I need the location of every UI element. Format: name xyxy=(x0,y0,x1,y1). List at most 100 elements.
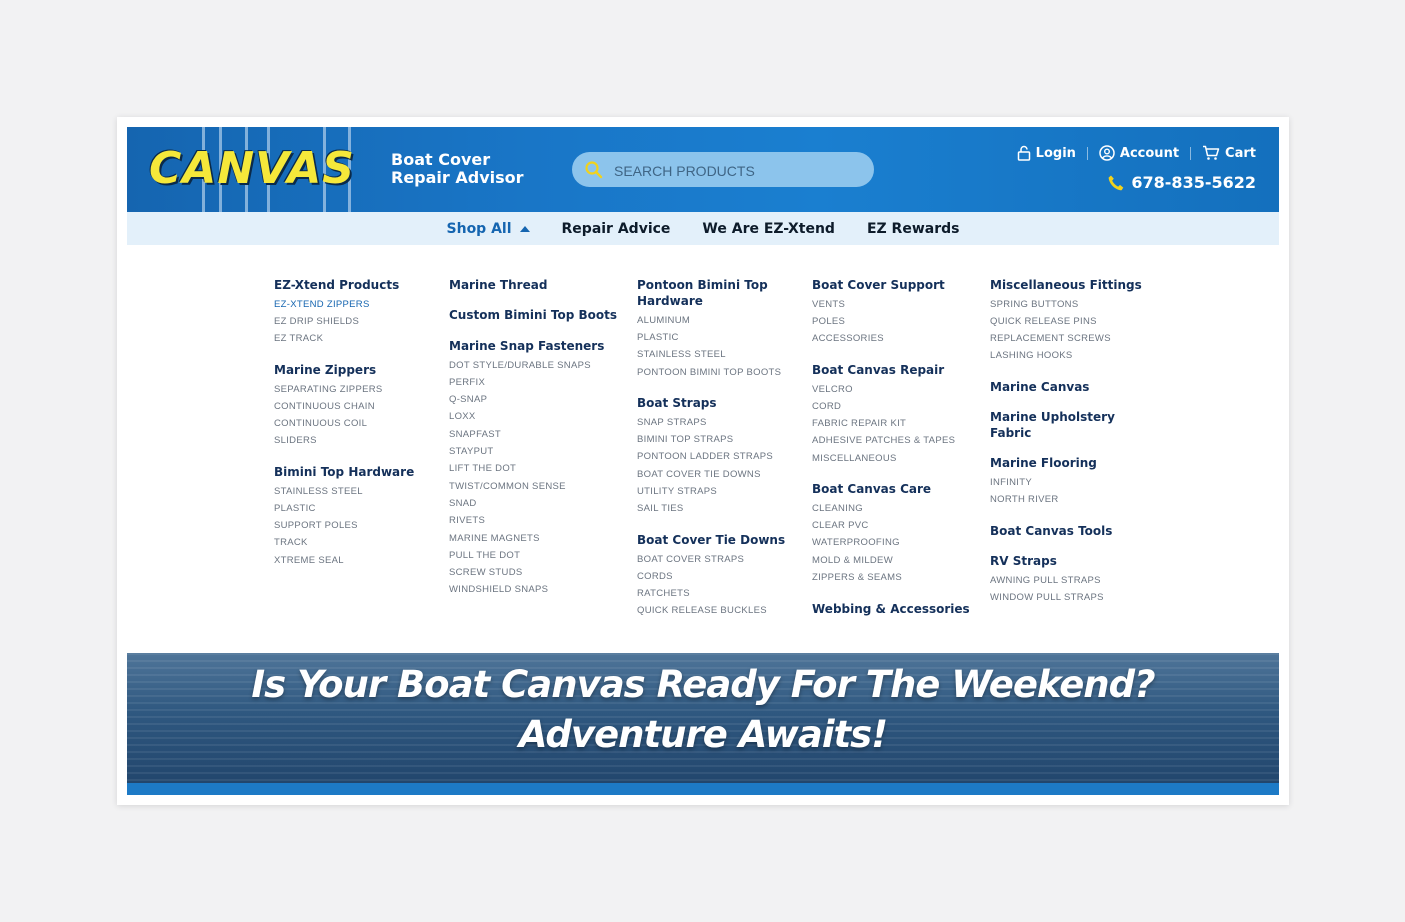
menu-subitem[interactable]: PONTOON LADDER STRAPS xyxy=(637,451,773,463)
menu-subitem[interactable]: QUICK RELEASE BUCKLES xyxy=(637,605,767,617)
menu-subitem[interactable]: RIVETS xyxy=(449,515,485,527)
menu-subitem[interactable]: CLEAR PVC xyxy=(812,520,869,532)
menu-subitem[interactable]: WINDOW PULL STRAPS xyxy=(990,592,1104,604)
menu-subitem[interactable]: CLEANING xyxy=(812,503,863,515)
menu-subitem[interactable]: ALUMINUM xyxy=(637,315,690,327)
menu-subitem[interactable]: POLES xyxy=(812,316,845,328)
menu-subitem[interactable]: AWNING PULL STRAPS xyxy=(990,575,1101,587)
menu-category[interactable]: Boat Cover Tie Downs xyxy=(637,532,785,548)
menu-subitem[interactable]: PONTOON BIMINI TOP BOOTS xyxy=(637,367,781,379)
menu-subitem[interactable]: NORTH RIVER xyxy=(990,494,1059,506)
menu-category[interactable]: Marine Zippers xyxy=(274,362,376,378)
menu-subitem[interactable]: XTREME SEAL xyxy=(274,555,344,567)
menu-subitem[interactable]: BOAT COVER TIE DOWNS xyxy=(637,469,761,481)
nav-shop-all[interactable]: Shop All xyxy=(447,221,530,237)
menu-subitem[interactable]: QUICK RELEASE PINS xyxy=(990,316,1097,328)
menu-subitem[interactable]: ZIPPERS & SEAMS xyxy=(812,572,902,584)
caret-up-icon xyxy=(519,225,530,232)
menu-subitem[interactable]: LASHING HOOKS xyxy=(990,350,1073,362)
menu-subitem[interactable]: VENTS xyxy=(812,299,845,311)
phone-link[interactable]: 678-835-5622 xyxy=(1107,173,1256,192)
logo[interactable]: CANVAS xyxy=(149,145,355,193)
menu-subitem[interactable]: WATERPROOFING xyxy=(812,537,900,549)
menu-subitem[interactable]: INFINITY xyxy=(990,477,1032,489)
menu-subitem[interactable]: STAINLESS STEEL xyxy=(274,486,363,498)
menu-subitem[interactable]: PERFIX xyxy=(449,377,485,389)
nav-repair-advice[interactable]: Repair Advice xyxy=(562,221,671,237)
menu-subitem[interactable]: LOXX xyxy=(449,411,476,423)
menu-category[interactable]: Boat Cover Support xyxy=(812,277,945,293)
menu-subitem[interactable]: Q-SNAP xyxy=(449,394,487,406)
menu-subitem[interactable]: EZ TRACK xyxy=(274,333,323,345)
menu-category[interactable]: Marine Upholstery Fabric xyxy=(990,409,1115,441)
nav-we-are-ez-xtend[interactable]: We Are EZ-Xtend xyxy=(702,221,835,237)
menu-category[interactable]: Marine Canvas xyxy=(990,379,1089,395)
divider xyxy=(1086,146,1088,160)
menu-subitem[interactable]: TRACK xyxy=(274,537,308,549)
menu-subitem[interactable]: SUPPORT POLES xyxy=(274,520,358,532)
menu-subitem[interactable]: CONTINUOUS CHAIN xyxy=(274,401,375,413)
main-nav: Shop All Repair Advice We Are EZ-Xtend E… xyxy=(127,212,1279,245)
menu-category[interactable]: Boat Canvas Care xyxy=(812,481,931,497)
menu-subitem[interactable]: EZ DRIP SHIELDS xyxy=(274,316,359,328)
menu-subitem[interactable]: CORDS xyxy=(637,571,673,583)
menu-category[interactable]: Pontoon Bimini Top Hardware xyxy=(637,277,768,309)
menu-category[interactable]: Marine Snap Fasteners xyxy=(449,338,604,354)
search-input[interactable] xyxy=(612,152,866,189)
menu-subitem[interactable]: SNAP STRAPS xyxy=(637,417,707,429)
menu-subitem[interactable]: MISCELLANEOUS xyxy=(812,453,897,465)
menu-subitem[interactable]: PLASTIC xyxy=(637,332,679,344)
account-link[interactable]: Account xyxy=(1099,145,1179,161)
menu-subitem[interactable]: SPRING BUTTONS xyxy=(990,299,1078,311)
menu-subitem[interactable]: BOAT COVER STRAPS xyxy=(637,554,744,566)
nav-shop-all-label: Shop All xyxy=(446,220,512,237)
menu-subitem[interactable]: CORD xyxy=(812,401,841,413)
menu-subitem[interactable]: REPLACEMENT SCREWS xyxy=(990,333,1111,345)
menu-category[interactable]: Custom Bimini Top Boots xyxy=(449,307,617,323)
menu-category-line: Hardware xyxy=(637,294,703,308)
menu-category[interactable]: RV Straps xyxy=(990,553,1057,569)
menu-subitem[interactable]: STAINLESS STEEL xyxy=(637,349,726,361)
menu-category[interactable]: Boat Canvas Tools xyxy=(990,523,1112,539)
menu-category[interactable]: EZ-Xtend Products xyxy=(274,277,399,293)
menu-category[interactable]: Miscellaneous Fittings xyxy=(990,277,1142,293)
menu-subitem[interactable]: RATCHETS xyxy=(637,588,690,600)
hero-banner[interactable]: Is Your Boat Canvas Ready For The Weeken… xyxy=(127,653,1279,783)
menu-category-line: Fabric xyxy=(990,426,1032,440)
menu-subitem[interactable]: BIMINI TOP STRAPS xyxy=(637,434,733,446)
menu-subitem[interactable]: LIFT THE DOT xyxy=(449,463,516,475)
menu-subitem[interactable]: VELCRO xyxy=(812,384,853,396)
menu-category[interactable]: Boat Canvas Repair xyxy=(812,362,944,378)
menu-subitem[interactable]: SLIDERS xyxy=(274,435,317,447)
menu-subitem[interactable]: MARINE MAGNETS xyxy=(449,533,540,545)
menu-subitem[interactable]: MOLD & MILDEW xyxy=(812,555,893,567)
menu-category[interactable]: Bimini Top Hardware xyxy=(274,464,414,480)
menu-category[interactable]: Marine Flooring xyxy=(990,455,1097,471)
search-icon[interactable] xyxy=(584,160,604,180)
phone-number: 678-835-5622 xyxy=(1131,173,1256,192)
nav-ez-rewards[interactable]: EZ Rewards xyxy=(867,221,960,237)
menu-subitem[interactable]: TWIST/COMMON SENSE xyxy=(449,481,566,493)
menu-subitem[interactable]: SAIL TIES xyxy=(637,503,684,515)
menu-subitem[interactable]: PLASTIC xyxy=(274,503,316,515)
cart-link[interactable]: Cart xyxy=(1202,145,1256,161)
menu-subitem[interactable]: STAYPUT xyxy=(449,446,494,458)
search-bar xyxy=(572,152,874,189)
menu-category[interactable]: Webbing & Accessories xyxy=(812,601,1012,617)
menu-subitem[interactable]: ACCESSORIES xyxy=(812,333,884,345)
menu-subitem[interactable]: WINDSHIELD SNAPS xyxy=(449,584,548,596)
menu-subitem[interactable]: FABRIC REPAIR KIT xyxy=(812,418,906,430)
menu-subitem[interactable]: CONTINUOUS COIL xyxy=(274,418,367,430)
menu-category[interactable]: Marine Thread xyxy=(449,277,547,293)
menu-subitem[interactable]: EZ-XTEND ZIPPERS xyxy=(274,299,370,311)
login-link[interactable]: Login xyxy=(1017,145,1076,161)
menu-subitem[interactable]: SCREW STUDS xyxy=(449,567,523,579)
menu-subitem[interactable]: PULL THE DOT xyxy=(449,550,520,562)
menu-subitem[interactable]: DOT STYLE/DURABLE SNAPS xyxy=(449,360,591,372)
menu-subitem[interactable]: SNAPFAST xyxy=(449,429,501,441)
menu-subitem[interactable]: ADHESIVE PATCHES & TAPES xyxy=(812,435,955,447)
menu-category[interactable]: Boat Straps xyxy=(637,395,717,411)
menu-subitem[interactable]: SEPARATING ZIPPERS xyxy=(274,384,383,396)
menu-subitem[interactable]: UTILITY STRAPS xyxy=(637,486,717,498)
menu-subitem[interactable]: SNAD xyxy=(449,498,477,510)
